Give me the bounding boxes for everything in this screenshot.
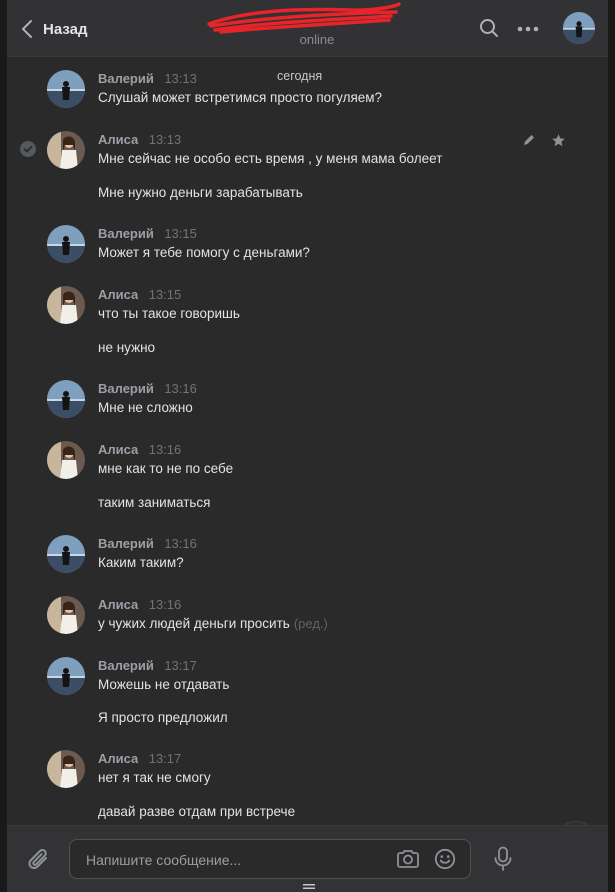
message-history[interactable]: сегодня Валерий 13:13 Слушай может встре… <box>7 58 608 865</box>
message-time: 13:15 <box>164 226 197 241</box>
author-avatar-alisa[interactable] <box>47 596 85 634</box>
message-time: 13:13 <box>148 132 182 147</box>
select-message-checkbox[interactable] <box>20 141 36 157</box>
message-author[interactable]: Валерий <box>98 381 154 396</box>
message-input[interactable] <box>84 849 388 871</box>
message-time: 13:16 <box>148 442 182 457</box>
paperclip-icon[interactable] <box>27 847 51 873</box>
message-time: 13:13 <box>164 71 197 86</box>
back-button[interactable]: Назад <box>21 17 87 41</box>
message-time: 13:17 <box>148 751 182 766</box>
peer-info[interactable]: online <box>197 2 437 47</box>
message-text: Я просто предложил <box>98 710 228 725</box>
author-avatar-alisa[interactable] <box>47 286 85 324</box>
message-author[interactable]: Алиса <box>98 287 138 302</box>
message-time: 13:16 <box>164 381 197 396</box>
message-text: Может я тебе помогу с деньгами? <box>98 245 310 260</box>
microphone-icon[interactable] <box>493 846 513 872</box>
message-text: Мне не сложно <box>98 400 193 415</box>
avatar-image <box>47 535 85 573</box>
message-input-box[interactable] <box>69 839 471 879</box>
avatar-image <box>47 225 85 263</box>
edit-pencil-icon[interactable] <box>522 133 536 147</box>
author-avatar-alisa[interactable] <box>47 750 85 788</box>
message-text-body: у чужих людей деньги просить <box>98 616 290 631</box>
message-text: у чужих людей деньги просить (ред.) <box>98 616 328 631</box>
message-author[interactable]: Валерий <box>98 658 154 673</box>
message-time: 13:15 <box>148 287 182 302</box>
message-author[interactable]: Алиса <box>98 132 138 147</box>
avatar-image <box>47 380 85 418</box>
avatar-image <box>47 657 85 695</box>
author-avatar-alisa[interactable] <box>47 441 85 479</box>
message-time: 13:16 <box>148 597 182 612</box>
message-text: Мне нужно деньги зарабатывать <box>98 185 303 200</box>
peer-name-redacted <box>197 2 437 34</box>
avatar-image <box>47 596 85 634</box>
avatar-image <box>47 750 85 788</box>
message-text: не нужно <box>98 340 156 355</box>
message-composer <box>7 825 608 892</box>
chevron-left-icon <box>21 20 32 38</box>
chat-header: Назад online <box>7 0 608 57</box>
author-avatar-valery[interactable] <box>47 70 85 108</box>
avatar-image <box>563 12 595 44</box>
author-avatar-valery[interactable] <box>47 535 85 573</box>
message-author[interactable]: Валерий <box>98 226 154 241</box>
message-time: 13:16 <box>164 536 197 551</box>
smile-icon[interactable] <box>434 848 456 870</box>
avatar-image <box>47 70 85 108</box>
redaction-scribble <box>207 2 401 34</box>
message-author[interactable]: Валерий <box>98 536 154 551</box>
author-avatar-valery[interactable] <box>47 380 85 418</box>
message-text: давай разве отдам при встрече <box>98 804 296 819</box>
message-time: 13:17 <box>164 658 197 673</box>
author-avatar-valery[interactable] <box>47 657 85 695</box>
message-text: Каким таким? <box>98 555 184 570</box>
peer-avatar[interactable] <box>563 12 595 44</box>
message-text: нет я так не смогу <box>98 770 211 785</box>
message-author[interactable]: Валерий <box>98 71 154 86</box>
message-text: Можешь не отдавать <box>98 677 230 692</box>
more-dots-icon[interactable] <box>517 26 539 32</box>
camera-icon[interactable] <box>396 849 420 869</box>
author-avatar-valery[interactable] <box>47 225 85 263</box>
message-text: Слушай может встретимся просто погуляем? <box>98 90 383 105</box>
message-author[interactable]: Алиса <box>98 597 138 612</box>
avatar-image <box>47 441 85 479</box>
check-icon <box>23 145 33 153</box>
message-text: мне как то не по себе <box>98 461 234 476</box>
message-author[interactable]: Алиса <box>98 751 138 766</box>
avatar-image <box>47 286 85 324</box>
date-separator: сегодня <box>277 69 323 83</box>
resize-handle-icon[interactable] <box>303 884 315 890</box>
message-author[interactable]: Алиса <box>98 442 138 457</box>
back-label: Назад <box>43 20 88 38</box>
message-text: Мне сейчас не особо есть время , у меня … <box>98 151 443 166</box>
avatar-image <box>47 131 85 169</box>
message-text: таким заниматься <box>98 495 211 510</box>
edited-marker: (ред.) <box>293 616 328 631</box>
star-icon[interactable] <box>551 133 566 148</box>
chat-window: Назад online сегодня Валерий 13:13 Слуша… <box>7 0 608 892</box>
author-avatar-alisa[interactable] <box>47 131 85 169</box>
message-text: что ты такое говоришь <box>98 306 240 321</box>
search-icon[interactable] <box>479 18 499 38</box>
